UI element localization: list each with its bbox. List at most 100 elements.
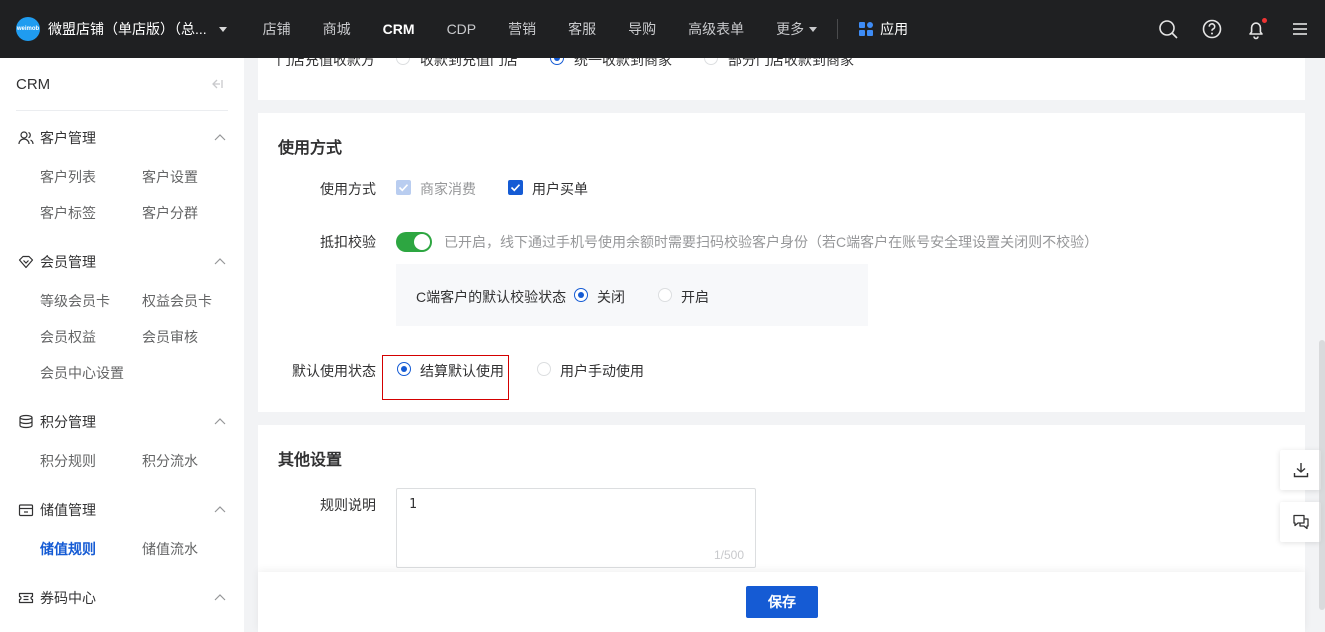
- chevron-up-icon: [214, 506, 226, 513]
- chat-icon: [1292, 514, 1309, 530]
- wallet-icon: [18, 504, 34, 517]
- collection-radio-merchant[interactable]: [550, 58, 564, 65]
- nav-item-shop[interactable]: 店铺: [247, 0, 307, 58]
- deduct-verify-switch[interactable]: [396, 232, 432, 252]
- ticket-icon: [18, 592, 34, 604]
- collection-option-label: 收款到充值门店: [420, 58, 518, 68]
- checkbox-merchant-consume: [396, 180, 411, 195]
- default-use-state-label: 默认使用状态: [292, 363, 376, 379]
- usage-section: 使用方式 使用方式 商家消费 用户买单 抵扣校验 已开启，线下通过手机号使用余额…: [258, 113, 1305, 412]
- checkbox-label: 用户买单: [532, 181, 588, 197]
- help-icon[interactable]: [1201, 18, 1223, 40]
- apps-grid-icon: [859, 22, 874, 36]
- search-icon[interactable]: [1157, 18, 1179, 40]
- deduct-verify-hint: 已开启，线下通过手机号使用余额时需要扫码校验客户身份（若C端客户在账号安全理设置…: [444, 234, 1099, 250]
- shop-name[interactable]: 微盟店铺（单店版）（总...: [48, 19, 207, 39]
- sidebar-header: CRM: [16, 58, 228, 111]
- default-verify-radio-off[interactable]: [574, 288, 588, 302]
- collection-option-label: 统一收款到商家: [574, 58, 672, 68]
- sidebar-item-stored-value-flow[interactable]: 储值流水: [142, 539, 198, 559]
- highlight-box: [382, 355, 509, 400]
- radio-label: 开启: [681, 289, 709, 305]
- logo-text: weimob: [16, 26, 40, 32]
- sidebar-item-points-flow[interactable]: 积分流水: [142, 451, 198, 471]
- check-icon: [510, 184, 521, 192]
- rule-description-value: 1: [409, 497, 417, 512]
- nav-item-customer-service[interactable]: 客服: [552, 0, 612, 58]
- top-navigation-bar: weimob 微盟店铺（单店版）（总... 店铺 商城 CRM CDP 营销 客…: [0, 0, 1325, 58]
- radio-label: 关闭: [597, 289, 625, 305]
- nav-more-label: 更多: [776, 21, 805, 37]
- chevron-up-icon: [214, 418, 226, 425]
- sidebar-group-coupon-center[interactable]: 券码中心: [18, 587, 228, 609]
- nav-item-more[interactable]: 更多: [760, 0, 833, 58]
- diamond-icon: [18, 255, 34, 269]
- collection-option-label: 部分门店收款到商家: [728, 58, 854, 68]
- chevron-down-icon: [809, 26, 818, 32]
- sidebar-group-label: 储值管理: [40, 502, 96, 518]
- users-icon: [18, 131, 34, 145]
- feedback-button[interactable]: [1280, 502, 1321, 542]
- checkbox-user-pay[interactable]: [508, 180, 523, 195]
- checkbox-label: 商家消费: [420, 181, 476, 197]
- chevron-up-icon: [214, 134, 226, 141]
- nav-item-advanced-form[interactable]: 高级表单: [672, 0, 760, 58]
- deduct-verify-label: 抵扣校验: [320, 234, 376, 250]
- sidebar-group-stored-value[interactable]: 储值管理: [18, 499, 228, 521]
- nav-item-marketing[interactable]: 营销: [492, 0, 552, 58]
- sidebar-group-label: 客户管理: [40, 130, 96, 146]
- sidebar-item-member-benefits[interactable]: 会员权益: [40, 327, 96, 347]
- coins-stack-icon: [19, 414, 33, 429]
- sidebar-item-customer-list[interactable]: 客户列表: [40, 167, 96, 187]
- sidebar-title: CRM: [16, 76, 51, 93]
- default-verify-radio-on[interactable]: [658, 288, 672, 302]
- sidebar-group-points[interactable]: 积分管理: [18, 411, 228, 433]
- recharge-collection-section: 门店充值收款方 收款到充值门店 统一收款到商家 部分门店收款到商家: [258, 58, 1305, 100]
- sidebar-group-member[interactable]: 会员管理: [18, 251, 228, 273]
- sidebar-group-label: 积分管理: [40, 414, 96, 430]
- char-counter: 1/500: [713, 548, 744, 562]
- sidebar-item-customer-tags[interactable]: 客户标签: [40, 203, 96, 223]
- page-scrollbar[interactable]: [1319, 340, 1325, 610]
- section-title: 其他设置: [278, 452, 343, 469]
- radio-label: 用户手动使用: [560, 363, 644, 379]
- sidebar-item-stored-value-rules[interactable]: 储值规则: [40, 539, 96, 559]
- sidebar-item-benefit-card[interactable]: 权益会员卡: [142, 291, 212, 311]
- shop-logo[interactable]: weimob: [16, 17, 40, 41]
- sidebar-group-label: 券码中心: [40, 590, 96, 606]
- sidebar-item-member-review[interactable]: 会员审核: [142, 327, 198, 347]
- sidebar-item-points-rules[interactable]: 积分规则: [40, 451, 96, 471]
- sidebar-item-customer-settings[interactable]: 客户设置: [142, 167, 198, 187]
- download-button[interactable]: [1280, 450, 1321, 490]
- check-icon: [398, 184, 409, 192]
- sidebar-item-level-card[interactable]: 等级会员卡: [40, 291, 110, 311]
- sidebar-group-customer[interactable]: 客户管理: [18, 127, 228, 149]
- sidebar-group-label: 会员管理: [40, 254, 96, 270]
- default-verify-box: C端客户的默认校验状态 关闭 开启: [396, 264, 868, 326]
- nav-item-crm[interactable]: CRM: [367, 0, 431, 58]
- default-verify-label: C端客户的默认校验状态: [416, 289, 567, 305]
- rule-description-textarea[interactable]: 1 1/500: [396, 488, 756, 568]
- nav-item-shopping-guide[interactable]: 导购: [612, 0, 672, 58]
- footer-bar: 保存: [258, 572, 1305, 632]
- save-button[interactable]: 保存: [746, 586, 818, 618]
- chevron-up-icon: [214, 594, 226, 601]
- usage-method-label: 使用方式: [320, 181, 376, 197]
- menu-icon[interactable]: [1289, 18, 1311, 40]
- notification-button[interactable]: [1245, 18, 1267, 40]
- top-right-icons: [1135, 0, 1311, 58]
- download-icon: [1293, 463, 1308, 478]
- recharge-collection-label: 门店充值收款方: [277, 58, 375, 68]
- nav-item-mall[interactable]: 商城: [307, 0, 367, 58]
- chevron-up-icon: [214, 258, 226, 265]
- shop-switch-caret-icon[interactable]: [218, 26, 227, 32]
- nav-item-cdp[interactable]: CDP: [431, 0, 493, 58]
- collapse-sidebar-icon[interactable]: [210, 77, 224, 91]
- sidebar-item-member-center-settings[interactable]: 会员中心设置: [40, 363, 124, 383]
- default-state-radio-manual[interactable]: [537, 362, 551, 376]
- collection-radio-partial[interactable]: [704, 58, 718, 65]
- nav-divider: [837, 19, 839, 39]
- sidebar-item-customer-segments[interactable]: 客户分群: [142, 203, 198, 223]
- collection-radio-store[interactable]: [396, 58, 410, 65]
- apps-button[interactable]: 应用: [842, 0, 924, 58]
